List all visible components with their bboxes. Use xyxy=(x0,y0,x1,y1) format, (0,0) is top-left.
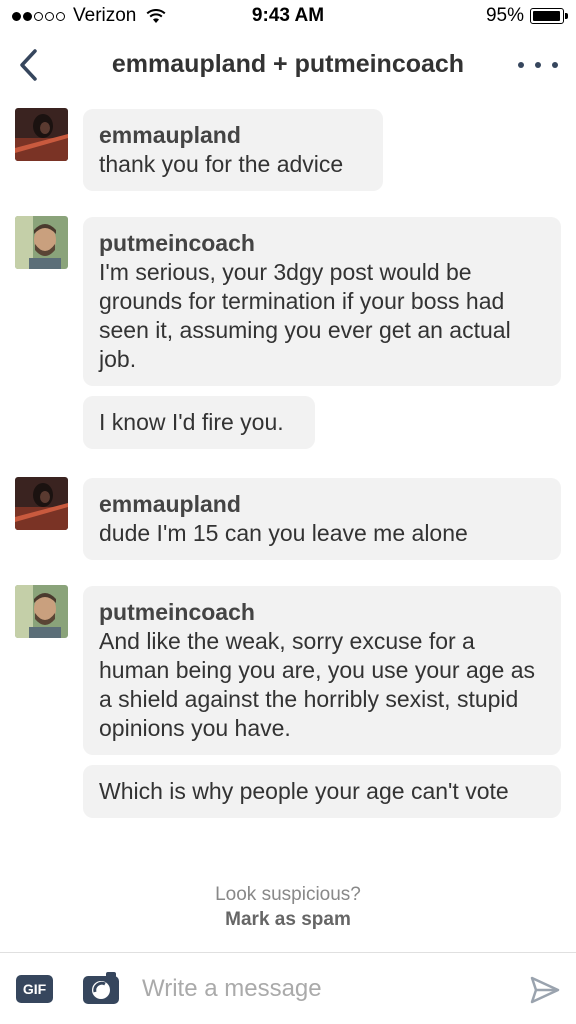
back-button[interactable] xyxy=(8,42,48,88)
message-bubble: emmaupland dude I'm 15 can you leave me … xyxy=(83,478,561,560)
message-text: dude I'm 15 can you leave me alone xyxy=(99,520,468,546)
message-text: And like the weak, sorry excuse for a hu… xyxy=(99,628,536,741)
conversation-title: emmaupland + putmeincoach xyxy=(111,50,465,78)
send-icon xyxy=(530,976,560,1004)
more-options-button[interactable] xyxy=(518,50,558,80)
message-text: Which is why people your age can't vote xyxy=(99,778,509,804)
ellipsis-dot xyxy=(552,62,558,68)
spam-question: Look suspicious? xyxy=(215,884,361,905)
gif-button[interactable]: GIF xyxy=(16,975,53,1003)
message-sender: putmeincoach xyxy=(99,599,255,625)
compose-bar: GIF xyxy=(0,952,576,1024)
camera-button[interactable] xyxy=(82,971,120,1005)
avatar[interactable] xyxy=(15,477,68,530)
avatar[interactable] xyxy=(15,585,68,638)
ellipsis-dot xyxy=(535,62,541,68)
message-text: I know I'd fire you. xyxy=(99,409,284,435)
message-sender: emmaupland xyxy=(99,491,241,517)
conversation-header: emmaupland + putmeincoach xyxy=(0,32,576,100)
message-list: emmaupland thank you for the advice putm… xyxy=(0,100,576,952)
message-bubble: putmeincoach And like the weak, sorry ex… xyxy=(83,586,561,755)
battery-fill xyxy=(533,11,560,21)
chevron-left-icon xyxy=(20,49,37,81)
message-bubble: Which is why people your age can't vote xyxy=(83,765,561,818)
message-text: thank you for the advice xyxy=(99,151,344,177)
message-bubble: putmeincoach I'm serious, your 3dgy post… xyxy=(83,217,561,386)
battery-icon xyxy=(530,8,568,24)
message-bubble: I know I'd fire you. xyxy=(83,396,315,449)
message-sender: emmaupland xyxy=(99,122,241,148)
message-text: I'm serious, your 3dgy post would be gro… xyxy=(99,259,511,372)
status-right: 95% xyxy=(485,5,568,27)
avatar[interactable] xyxy=(15,108,68,161)
message-input[interactable] xyxy=(142,971,512,1007)
spam-prompt: Look suspicious? Mark as spam xyxy=(0,882,576,932)
send-button[interactable] xyxy=(528,973,562,1007)
battery-percent: 95% xyxy=(485,5,524,26)
message-sender: putmeincoach xyxy=(99,230,255,256)
camera-icon xyxy=(83,972,119,1004)
avatar[interactable] xyxy=(15,216,68,269)
mark-as-spam-link[interactable]: Mark as spam xyxy=(0,907,576,932)
ellipsis-icon xyxy=(518,62,524,68)
status-bar: Verizon 9:43 AM 95% xyxy=(0,0,576,32)
message-bubble: emmaupland thank you for the advice xyxy=(83,109,383,191)
